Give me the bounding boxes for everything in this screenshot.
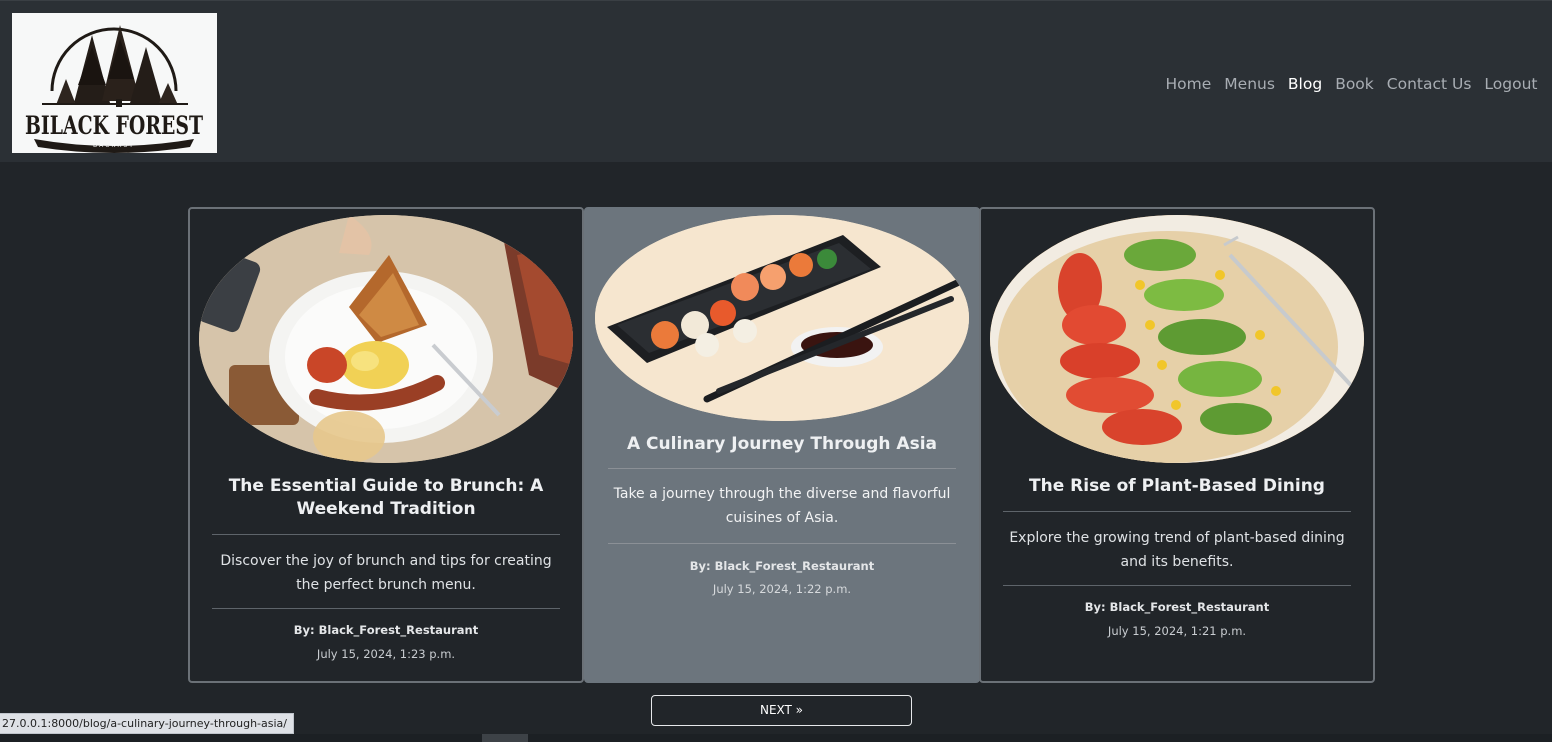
post-excerpt: Explore the growing trend of plant-based… [1009,530,1345,570]
post-title[interactable]: A Culinary Journey Through Asia [608,433,956,456]
blog-post-card[interactable]: The Rise of Plant-Based Dining Explore t… [979,207,1375,683]
blog-post-card[interactable]: The Essential Guide to Brunch: A Weekend… [188,207,584,683]
horizontal-scrollbar[interactable] [0,734,1552,742]
next-page-button[interactable]: NEXT » [651,695,912,726]
nav-link-blog[interactable]: Blog [1281,73,1328,95]
nav-link-home[interactable]: Home [1159,73,1218,95]
post-excerpt: Take a journey through the diverse and f… [613,486,951,526]
divider [212,608,560,609]
sushi-tray-image[interactable] [595,215,969,421]
link-status-bar: 27.0.0.1:8000/blog/a-culinary-journey-th… [0,713,294,734]
nav-link-book[interactable]: Book [1329,73,1381,95]
blog-post-card[interactable]: A Culinary Journey Through Asia Take a j… [584,207,980,683]
navbar: BILACK FOREST BACKRST Home Menus Blog Bo… [0,0,1552,162]
divider [1003,511,1351,512]
brand-logo-subtext: BACKRST [93,142,135,149]
brand-logo-text: BILACK FOREST [25,111,203,140]
divider [212,534,560,535]
post-date: July 15, 2024, 1:21 p.m. [1107,624,1247,638]
brunch-plate-image[interactable] [199,215,573,463]
post-author: By: Black_Forest_Restaurant [293,623,479,637]
post-excerpt: Discover the joy of brunch and tips for … [220,553,552,593]
divider [608,468,956,469]
scrollbar-thumb[interactable] [482,734,528,742]
nav-menu: Home Menus Blog Book Contact Us Logout [1159,73,1544,95]
post-date: July 15, 2024, 1:23 p.m. [316,647,456,661]
nav-link-contact-us[interactable]: Contact Us [1380,73,1478,95]
nav-link-menus[interactable]: Menus [1218,73,1282,95]
post-title[interactable]: The Rise of Plant-Based Dining [1003,475,1351,498]
post-title[interactable]: The Essential Guide to Brunch: A Weekend… [212,475,560,521]
post-author: By: Black_Forest_Restaurant [689,559,875,573]
post-date: July 15, 2024, 1:22 p.m. [712,582,852,596]
plant-wrap-image[interactable] [990,215,1364,463]
pine-trees-logo-icon: BILACK FOREST BACKRST [12,13,217,153]
nav-link-logout[interactable]: Logout [1478,73,1544,95]
divider [608,543,956,544]
brand-logo[interactable]: BILACK FOREST BACKRST [12,13,217,153]
post-author: By: Black_Forest_Restaurant [1084,600,1270,614]
divider [1003,585,1351,586]
